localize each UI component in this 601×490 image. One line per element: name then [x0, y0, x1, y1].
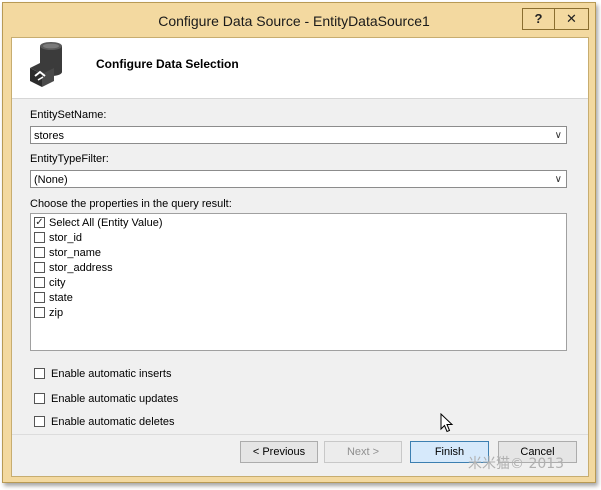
entity-set-value: stores — [34, 130, 64, 142]
entity-type-filter-label: EntityTypeFilter: — [30, 153, 109, 165]
title-bar[interactable]: Configure Data Source - EntityDataSource… — [3, 3, 595, 37]
list-item-label: zip — [49, 307, 64, 319]
checkbox-icon[interactable] — [34, 306, 45, 318]
close-button[interactable]: ✕ — [554, 8, 589, 30]
dialog-window: Configure Data Source - EntityDataSource… — [2, 2, 596, 483]
list-item[interactable]: stor_address — [34, 261, 113, 277]
checkbox-icon[interactable] — [34, 261, 45, 273]
list-item-label: Select All (Entity Value) — [49, 217, 163, 229]
page-title: Configure Data Selection — [96, 57, 239, 71]
checkbox-icon[interactable] — [34, 231, 45, 243]
checkbox-checked-icon[interactable]: ✓ — [34, 216, 45, 228]
window-title: Configure Data Source - EntityDataSource… — [158, 13, 430, 29]
list-item[interactable]: stor_name — [34, 246, 101, 262]
checkbox-icon[interactable] — [34, 246, 45, 258]
help-button[interactable]: ? — [522, 8, 555, 30]
properties-label: Choose the properties in the query resul… — [30, 198, 232, 210]
checkbox-icon[interactable] — [34, 415, 45, 427]
enable-updates-checkbox[interactable]: Enable automatic updates — [34, 392, 179, 406]
enable-deletes-checkbox[interactable]: Enable automatic deletes — [34, 415, 175, 429]
entity-type-filter-value: (None) — [34, 174, 68, 186]
list-item[interactable]: stor_id — [34, 231, 83, 247]
properties-list[interactable]: ✓ Select All (Entity Value) stor_id stor_… — [30, 213, 567, 351]
enable-updates-label: Enable automatic updates — [51, 393, 179, 405]
list-item-label: state — [49, 292, 73, 304]
database-refresh-icon — [30, 42, 62, 87]
mouse-pointer-icon — [440, 413, 454, 433]
list-item[interactable]: state — [34, 291, 73, 307]
chevron-down-icon: ∨ — [554, 174, 562, 185]
list-item[interactable]: zip — [34, 306, 64, 322]
watermark-text: 米米猫© 2013 — [468, 456, 565, 472]
footer-divider — [12, 434, 588, 435]
dialog-client-area: Configure Data Selection EntitySetName: … — [11, 37, 589, 477]
chevron-down-icon: ∨ — [554, 130, 562, 141]
entity-type-filter-dropdown[interactable]: (None) ∨ — [30, 170, 567, 188]
checkbox-icon[interactable] — [34, 392, 45, 404]
list-item-label: stor_name — [49, 247, 101, 259]
entity-set-dropdown[interactable]: stores ∨ — [30, 126, 567, 144]
enable-inserts-checkbox[interactable]: Enable automatic inserts — [34, 367, 172, 381]
list-item-label: stor_id — [49, 232, 83, 244]
enable-deletes-label: Enable automatic deletes — [51, 416, 175, 428]
checkbox-icon[interactable] — [34, 276, 45, 288]
next-button[interactable]: Next > — [324, 441, 402, 463]
list-item-label: city — [49, 277, 66, 289]
entity-set-label: EntitySetName: — [30, 109, 107, 121]
list-item[interactable]: ✓ Select All (Entity Value) — [34, 216, 163, 232]
list-item[interactable]: city — [34, 276, 66, 292]
previous-button[interactable]: < Previous — [240, 441, 318, 463]
wizard-header: Configure Data Selection — [12, 38, 588, 99]
checkbox-icon[interactable] — [34, 367, 45, 379]
enable-inserts-label: Enable automatic inserts — [51, 368, 172, 380]
list-item-label: stor_address — [49, 262, 113, 274]
checkbox-icon[interactable] — [34, 291, 45, 303]
